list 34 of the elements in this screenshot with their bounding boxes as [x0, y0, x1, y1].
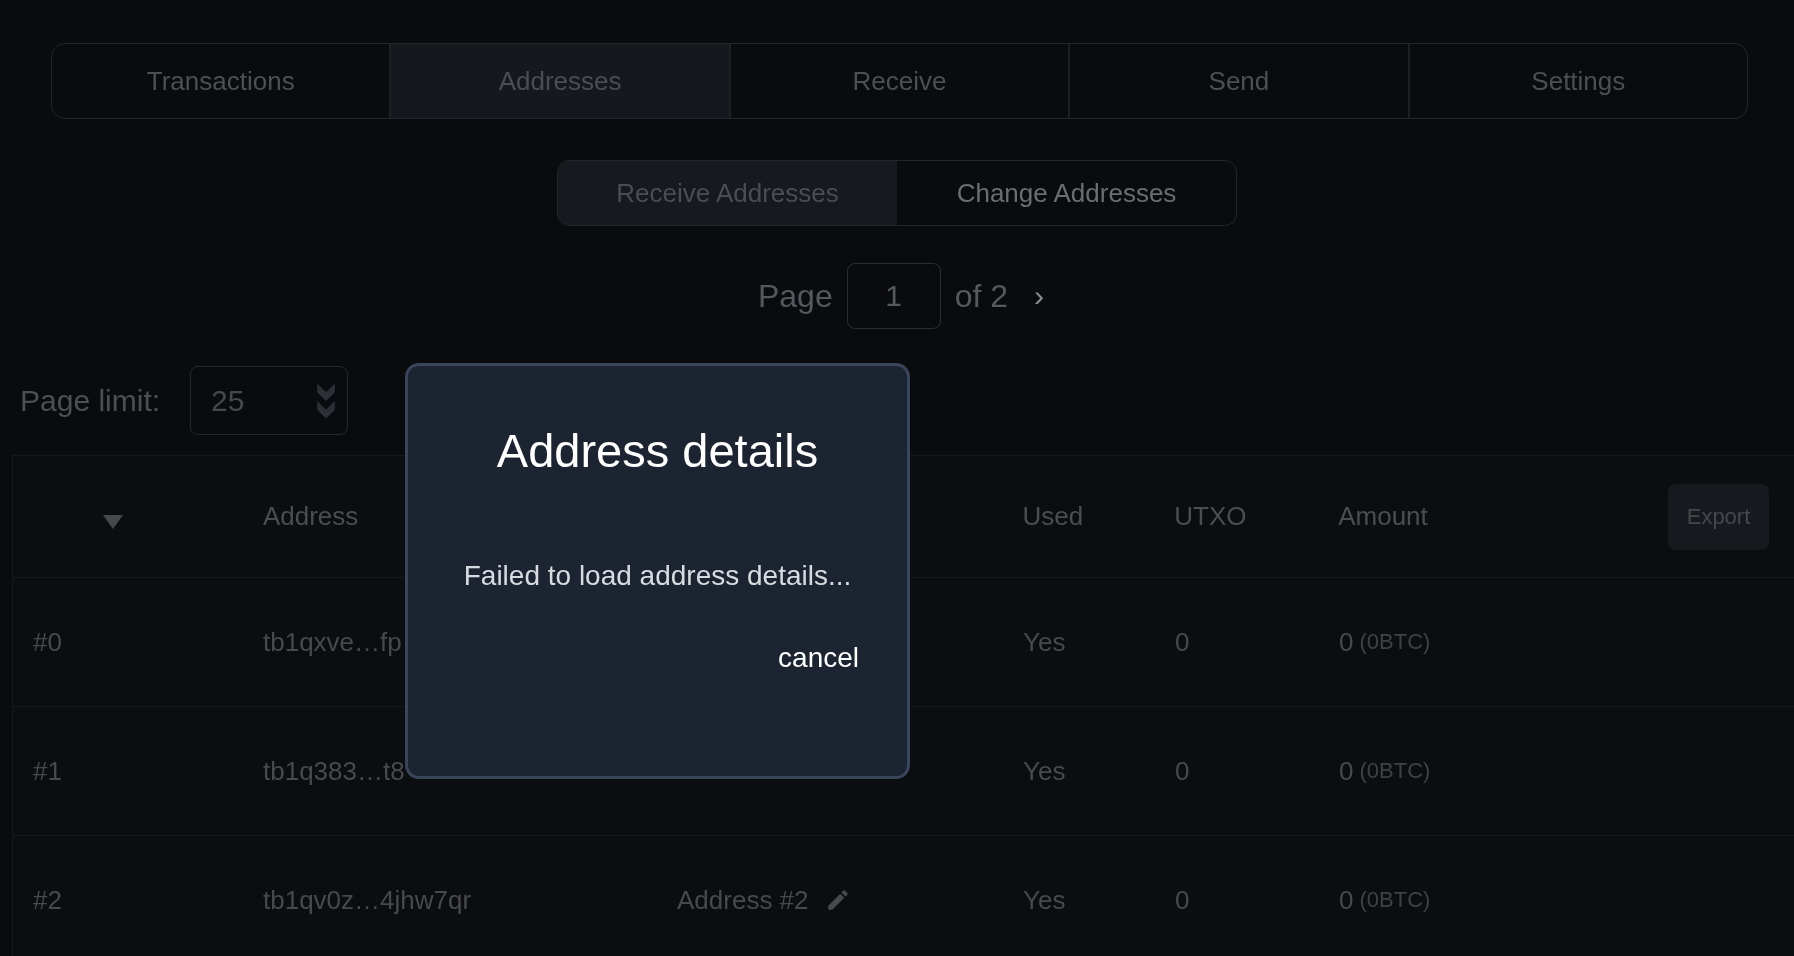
table-cell: Yes	[1023, 884, 1066, 916]
page-total: of 2	[954, 277, 1009, 315]
table-cell: #1	[33, 755, 62, 787]
cancel-button[interactable]: cancel	[778, 642, 859, 674]
page-limit-label: Page limit:	[20, 383, 161, 418]
tab[interactable]: Send	[1070, 44, 1410, 118]
tab[interactable]: Receive	[730, 44, 1071, 118]
segment-button[interactable]: Change Addresses	[897, 161, 1236, 225]
error-message: Failed to load address details...	[463, 560, 852, 592]
address-text: tb1qv0z…4jhw7qr	[263, 884, 472, 916]
sort-icon[interactable]	[103, 514, 123, 529]
page-field[interactable]: 1	[846, 263, 941, 329]
address-text: tb1qxve…fp	[263, 626, 402, 658]
amount-value: 0	[1339, 884, 1354, 916]
amount-value: 0	[1339, 626, 1354, 658]
page-label: Page	[757, 277, 833, 315]
table-cell: #2	[33, 884, 62, 916]
column-header: Used	[1022, 501, 1084, 532]
address-text: tb1q383…t8	[263, 755, 405, 787]
address-label: Address #2	[677, 884, 809, 916]
page-limit-select[interactable]: 25	[190, 366, 349, 435]
table-cell: 0	[1175, 884, 1190, 916]
table-cell: 0	[1175, 755, 1190, 787]
next-page-button[interactable]: ›	[1022, 279, 1057, 313]
column-header: UTXO	[1174, 501, 1247, 532]
column-header: Address	[262, 501, 359, 532]
table-cell: 0	[1175, 626, 1190, 658]
table-cell: Yes	[1023, 626, 1066, 658]
tab[interactable]: Settings	[1409, 44, 1747, 118]
column-header: Amount	[1338, 501, 1428, 532]
dialog-title: Address details	[496, 423, 819, 478]
table-cell: #0	[33, 626, 62, 658]
amount-value: 0	[1339, 755, 1354, 787]
table-cell: Yes	[1023, 755, 1066, 787]
